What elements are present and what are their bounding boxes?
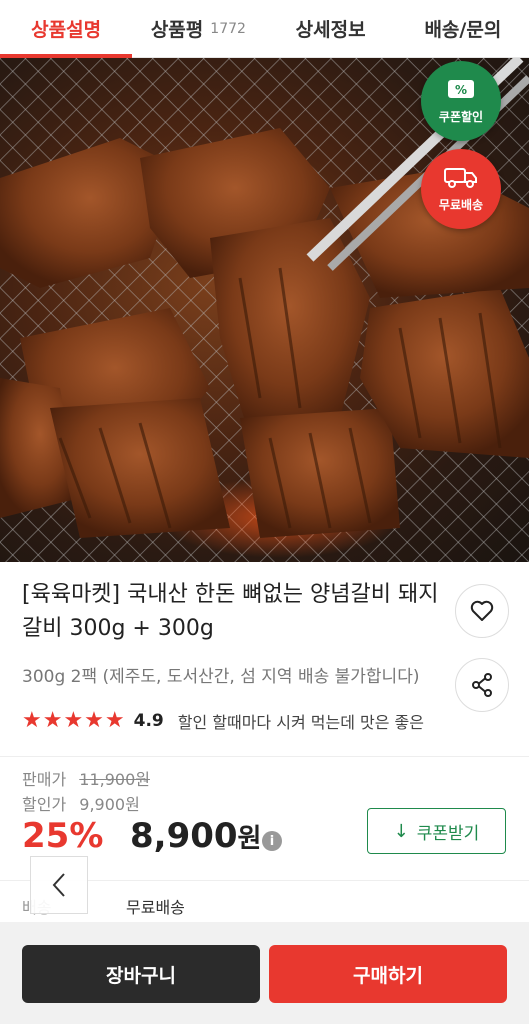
share-icon	[472, 673, 492, 697]
get-coupon-button[interactable]: ↓ 쿠폰받기	[367, 808, 506, 854]
bottom-action-bar: 장바구니 구매하기	[0, 922, 529, 1024]
wishlist-button[interactable]	[455, 584, 509, 638]
truck-icon	[443, 165, 479, 192]
share-button[interactable]	[455, 658, 509, 712]
svg-text:%: %	[455, 83, 467, 97]
discount-price-row: 할인가 9,900원	[22, 791, 140, 815]
tab-label: 상세정보	[295, 19, 366, 41]
heart-icon	[470, 600, 494, 621]
free-shipping-badge: 무료배송	[421, 149, 501, 229]
buy-now-button[interactable]: 구매하기	[269, 945, 507, 1003]
download-arrow-icon: ↓	[393, 820, 409, 842]
tab-label: 상품설명	[31, 19, 102, 41]
tab-shipping-inquiry[interactable]: 배송/문의	[397, 0, 529, 57]
tab-label: 상품평	[150, 19, 204, 41]
review-count: 1772	[210, 20, 246, 37]
tab-details[interactable]: 상세정보	[265, 0, 397, 57]
product-image: % 쿠폰할인 무료배송	[0, 58, 529, 562]
tab-bar: 상품설명 상품평 1772 상세정보 배송/문의	[0, 0, 529, 58]
chevron-left-icon	[52, 873, 65, 897]
product-title: [육육마켓] 국내산 한돈 뼈없는 양념갈비 돼지갈비 300g + 300g	[22, 582, 439, 641]
review-snippet: 할인 할때마다 시켜 먹는데 맛은 좋은	[177, 712, 424, 732]
coupon-percent-icon: %	[446, 77, 476, 104]
sale-price-row: 판매가 11,900원	[22, 766, 150, 790]
tab-product-description[interactable]: 상품설명	[0, 0, 133, 58]
shipping-value: 무료배송	[126, 898, 185, 917]
add-to-cart-button[interactable]: 장바구니	[22, 945, 260, 1003]
back-button[interactable]	[30, 856, 88, 914]
final-price-amount: 8,900	[130, 816, 238, 856]
sale-price-value: 11,900원	[79, 770, 150, 789]
tab-reviews[interactable]: 상품평 1772	[132, 0, 264, 57]
rating-score: 4.9	[133, 710, 164, 731]
divider	[0, 756, 529, 757]
info-icon[interactable]: i	[262, 831, 282, 851]
rating-row[interactable]: ★★★★★ 4.9 할인 할때마다 시켜 먹는데 맛은 좋은	[22, 708, 424, 733]
star-rating-icon: ★★★★★	[22, 708, 126, 733]
final-price: 8,900원	[130, 816, 261, 856]
discount-price-label: 할인가	[22, 795, 67, 814]
shipping-badge-label: 무료배송	[438, 198, 484, 212]
product-subtitle: 300g 2팩 (제주도, 도서산간, 섬 지역 배송 불가합니다)	[22, 667, 420, 687]
sale-price-label: 판매가	[22, 770, 67, 789]
coupon-button-label: 쿠폰받기	[416, 823, 480, 844]
coupon-discount-badge[interactable]: % 쿠폰할인	[421, 61, 501, 141]
final-price-unit: 원	[237, 824, 262, 854]
tab-label: 배송/문의	[424, 19, 502, 41]
coupon-badge-label: 쿠폰할인	[438, 110, 484, 124]
discount-percent: 25%	[22, 816, 104, 856]
discount-price-value: 9,900원	[79, 795, 140, 814]
